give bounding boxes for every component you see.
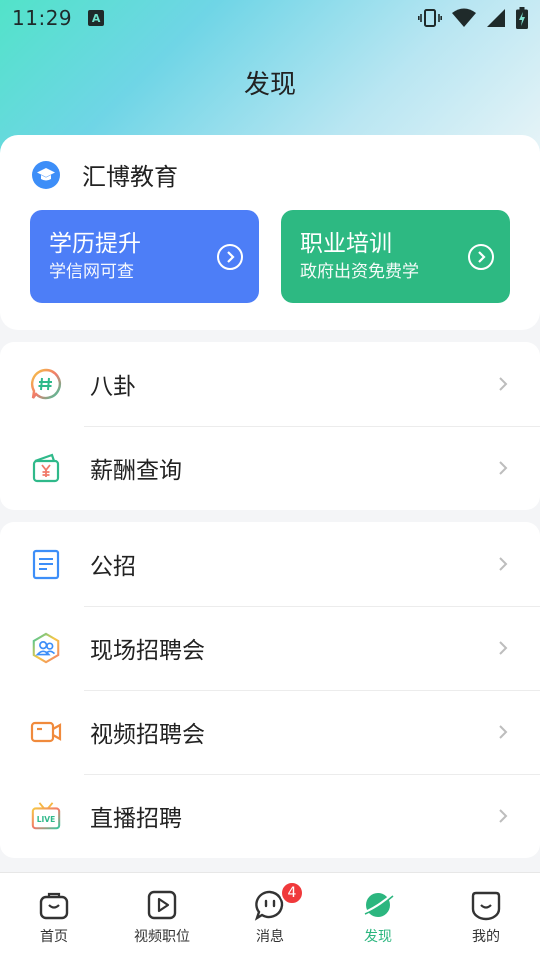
video-camera-icon [30, 716, 62, 748]
video-play-icon [146, 889, 178, 921]
profile-face-icon [470, 889, 502, 921]
list-item-label: 薪酬查询 [90, 458, 182, 484]
svg-text:LIVE: LIVE [37, 815, 56, 824]
tab-label: 发现 [364, 929, 392, 945]
list-item-salary-query[interactable]: 薪酬查询 [0, 426, 540, 510]
salary-wallet-icon [30, 452, 62, 484]
list-group-recruitment: 公招 现场招聘会 视频招聘会 LIVE 直播招聘 [0, 522, 540, 858]
tab-label: 我的 [472, 929, 500, 945]
list-item-label: 八卦 [90, 374, 136, 400]
vocational-training-card[interactable]: 职业培训 政府出资免费学 [281, 210, 510, 303]
degree-upgrade-card[interactable]: 学历提升 学信网可查 [30, 210, 259, 303]
list-group-social: 八卦 薪酬查询 [0, 342, 540, 510]
list-item-video-job-fair[interactable]: 视频招聘会 [0, 690, 540, 774]
list-item-live-recruitment[interactable]: LIVE 直播招聘 [0, 774, 540, 858]
tab-label: 视频职位 [134, 929, 190, 945]
tab-label: 消息 [256, 929, 284, 945]
chevron-right-icon [499, 809, 508, 823]
home-bag-icon [38, 889, 70, 921]
unread-badge: 4 [280, 881, 304, 905]
list-item-label: 公招 [90, 554, 136, 580]
tab-profile[interactable]: 我的 [432, 873, 540, 960]
battery-icon [516, 7, 528, 29]
graduation-cap-icon [32, 160, 60, 189]
chevron-right-circle-icon [468, 244, 494, 270]
document-icon [30, 548, 62, 580]
chevron-right-circle-icon [217, 244, 243, 270]
signal-icon [487, 9, 505, 27]
tab-video-jobs[interactable]: 视频职位 [108, 873, 216, 960]
tab-messages[interactable]: 4 消息 [216, 873, 324, 960]
chevron-right-icon [499, 461, 508, 475]
chevron-right-icon [499, 377, 508, 391]
tab-home[interactable]: 首页 [0, 873, 108, 960]
page-title: 发现 [243, 70, 296, 100]
list-item-public-recruitment[interactable]: 公招 [0, 522, 540, 606]
tab-label: 首页 [40, 929, 68, 945]
list-item-onsite-job-fair[interactable]: 现场招聘会 [0, 606, 540, 690]
tab-discover[interactable]: 发现 [324, 873, 432, 960]
education-header: 汇博教育 [32, 157, 178, 192]
status-time: 11:29 [12, 6, 73, 30]
education-card: 汇博教育 学历提升 学信网可查 职业培训 政府出资免费学 [0, 135, 540, 330]
live-tv-icon: LIVE [30, 800, 62, 832]
gossip-icon [30, 368, 62, 400]
list-item-label: 现场招聘会 [90, 638, 205, 664]
chevron-right-icon [499, 557, 508, 571]
message-icon: 4 [254, 881, 304, 921]
people-hexagon-icon [30, 632, 62, 664]
education-title: 汇博教育 [82, 163, 178, 191]
chevron-right-icon [499, 641, 508, 655]
list-item-gossip[interactable]: 八卦 [0, 342, 540, 426]
notification-app-icon: A [88, 10, 105, 26]
list-item-label: 视频招聘会 [90, 722, 205, 748]
vibrate-icon [418, 9, 442, 27]
discover-planet-icon [362, 889, 394, 921]
status-bar: 11:29 A [0, 0, 540, 36]
bottom-tab-bar: 首页 视频职位 4 消息 发现 我的 [0, 872, 540, 960]
wifi-icon [452, 8, 476, 27]
status-icons [418, 7, 528, 29]
chevron-right-icon [499, 725, 508, 739]
list-item-label: 直播招聘 [90, 806, 182, 832]
